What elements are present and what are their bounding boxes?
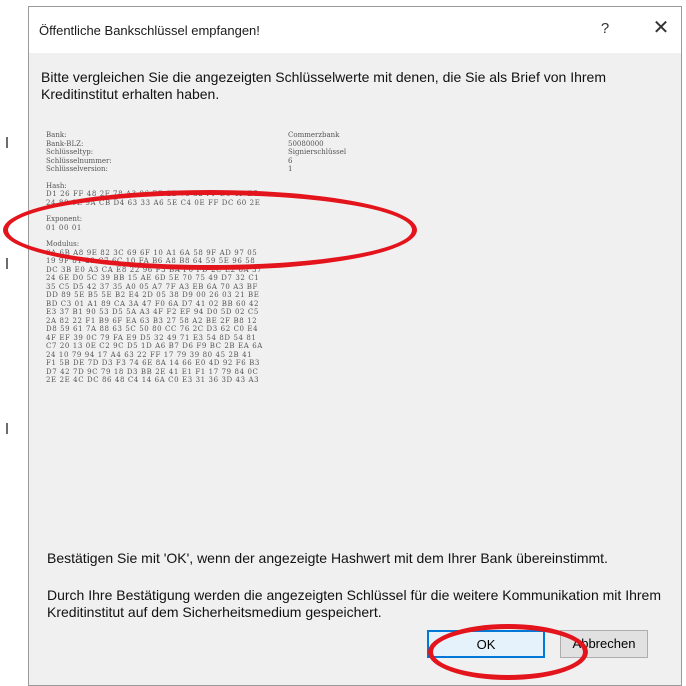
key-info-list: Bank: Commerzbank Bank-BLZ: 50080000 Schlüss… [46, 131, 646, 174]
modulus-line: 2E 2E 4C DC 86 48 C4 14 6A C0 E3 31 36 3… [46, 376, 260, 384]
hash-label: Hash: [46, 181, 67, 190]
help-button[interactable]: ? [595, 17, 615, 41]
key-info-key: Schlüsselversion: [46, 165, 108, 173]
key-info-key: Bank-BLZ: [46, 139, 84, 148]
key-info-row: Bank: Commerzbank [46, 131, 646, 140]
edge-mark [6, 423, 8, 434]
key-info-row: Bank-BLZ: 50080000 [46, 140, 646, 149]
dialog-title: Öffentliche Bankschlüssel empfangen! [39, 23, 260, 38]
key-info-key: Schlüsseltyp: [46, 148, 94, 156]
modulus-values: 8A 6B A8 9E 82 3C 69 6F 10 A1 6A 58 9F A… [46, 249, 646, 385]
edge-mark [6, 258, 8, 269]
key-info-value: 50080000 [288, 139, 324, 148]
key-info-key: Schlüsselnummer: [46, 156, 112, 165]
modulus-line: E3 37 B1 90 53 D5 5A A3 4F F2 EF 94 D0 5… [46, 308, 259, 316]
modulus-line: D7 42 7D 9C 79 18 D3 BB 2E 41 E1 F1 17 7… [46, 367, 259, 376]
modulus-line: D8 59 61 7A 88 63 5C 50 80 CC 76 2C D3 6… [46, 325, 259, 333]
ok-highlight-circle [428, 624, 588, 680]
key-confirmation-dialog: Öffentliche Bankschlüssel empfangen! ? ✕… [28, 6, 682, 686]
close-icon[interactable]: ✕ [647, 13, 675, 43]
key-info-value: 6 [288, 156, 293, 165]
key-info-key: Bank: [46, 131, 67, 139]
modulus-line: F1 5B DE 7D D3 F3 74 6E 8A 14 66 E0 4D 9… [46, 359, 260, 367]
modulus-line: DD 89 5E B5 5E B2 E4 2D 05 38 D9 00 26 0… [46, 291, 260, 299]
modulus-line: 4F EF 39 0C 79 FA E9 D5 32 49 71 E3 54 8… [46, 333, 257, 342]
modulus-line: BD C3 01 A1 89 CA 3A 47 F0 6A D7 41 02 B… [46, 299, 260, 308]
modulus-line: 2A 82 22 F1 B9 6F EA 63 B3 27 58 A2 BE 2… [46, 316, 258, 325]
edge-mark [6, 137, 8, 148]
modulus-line: C7 20 13 0E C2 9C D5 1D A6 B7 D6 F9 BC 2… [46, 342, 263, 350]
modulus-line: 35 C5 D5 42 37 35 A0 05 A7 7F A3 EB 6A 7… [46, 282, 259, 291]
key-info-row: Schlüsseltyp: Signierschlüssel [46, 148, 646, 157]
confirm-text: Bestätigen Sie mit 'OK', wenn der angeze… [47, 550, 608, 566]
key-info-row: Schlüsselversion: 1 [46, 165, 646, 174]
key-info-row: Schlüsselnummer: 6 [46, 157, 646, 166]
key-info-value: Signierschlüssel [288, 148, 347, 156]
title-bar: Öffentliche Bankschlüssel empfangen! ? ✕ [29, 7, 681, 53]
intro-text: Bitte vergleichen Sie die angezeigten Sc… [41, 69, 606, 102]
key-info-value: 1 [288, 165, 293, 173]
hash-highlight-circle [3, 190, 417, 270]
key-info-value: Commerzbank [288, 131, 340, 139]
modulus-line: 24 10 79 94 17 A4 63 22 FF 17 79 39 80 4… [46, 350, 253, 359]
background-window-edge [0, 0, 28, 686]
store-text: Durch Ihre Bestätigung werden die angeze… [47, 587, 661, 620]
modulus-line: 24 6E D0 5C 39 BB 15 AE 6D 5E 70 75 49 D… [46, 274, 260, 282]
